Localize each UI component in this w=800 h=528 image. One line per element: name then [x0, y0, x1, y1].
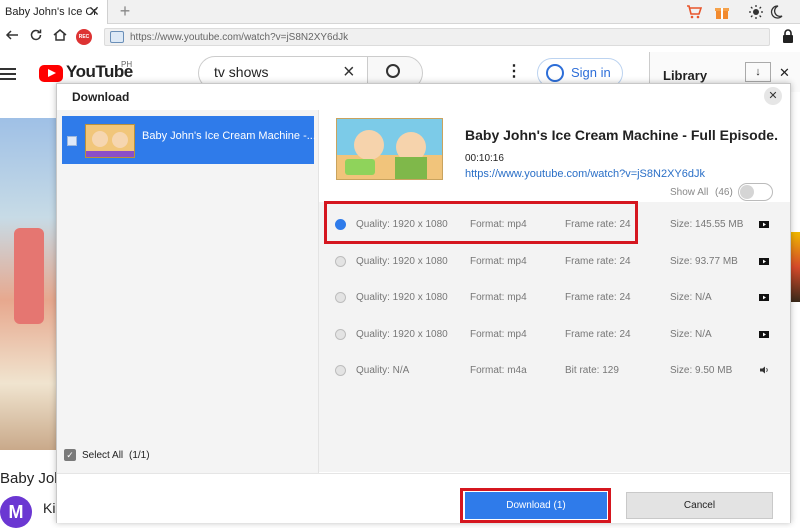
- format-row[interactable]: Quality: 1920 x 1080 Format: mp4 Frame r…: [319, 316, 790, 352]
- format-size: Size: 9.50 MB: [670, 365, 733, 376]
- format-type: Format: mp4: [470, 256, 527, 267]
- format-row[interactable]: Quality: 1920 x 1080 Format: mp4 Frame r…: [319, 279, 790, 315]
- channel-avatar[interactable]: M: [0, 496, 32, 528]
- audio-icon: [759, 365, 769, 375]
- menu-icon[interactable]: [0, 68, 16, 80]
- video-icon: [759, 292, 769, 302]
- format-row[interactable]: Quality: 1920 x 1080 Format: mp4 Frame r…: [319, 243, 790, 279]
- cancel-button[interactable]: Cancel: [626, 492, 773, 519]
- format-quality: Quality: N/A: [356, 365, 410, 376]
- brightness-icon[interactable]: [748, 4, 764, 20]
- video-title: Baby John's Ice Cream Machine - Full Epi…: [465, 127, 778, 143]
- list-item-checkbox[interactable]: [67, 136, 77, 146]
- format-rate: Frame rate: 24: [565, 292, 631, 303]
- format-size: Size: N/A: [670, 329, 712, 340]
- video-content-shape: [14, 228, 44, 324]
- video-thumbnail: [336, 118, 443, 180]
- lock-icon[interactable]: [782, 28, 794, 44]
- youtube-search-input[interactable]: tv shows: [214, 64, 268, 80]
- video-title-partial: Baby Jol: [0, 470, 58, 487]
- format-size: Size: 145.55 MB: [670, 219, 744, 230]
- back-arrow-icon[interactable]: [4, 27, 20, 45]
- format-quality: Quality: 1920 x 1080: [356, 256, 448, 267]
- moon-icon[interactable]: [768, 4, 784, 20]
- gift-icon[interactable]: [714, 4, 730, 20]
- selected-row-highlight: [324, 201, 638, 244]
- format-type: Format: mp4: [470, 292, 527, 303]
- youtube-logo-icon[interactable]: [39, 65, 63, 82]
- format-radio[interactable]: [335, 365, 346, 376]
- url-text: https://www.youtube.com/watch?v=jS8N2XY6…: [130, 32, 349, 43]
- format-quality: Quality: 1920 x 1080: [356, 292, 448, 303]
- dialog-title: Download: [72, 90, 130, 104]
- page-icon: [110, 31, 124, 43]
- format-quality: Quality: 1920 x 1080: [356, 329, 448, 340]
- reload-icon[interactable]: [28, 27, 44, 45]
- tab-title: Baby John's Ice Cr: [5, 6, 97, 18]
- video-icon: [759, 256, 769, 266]
- search-icon: [386, 64, 400, 78]
- format-row[interactable]: Quality: N/A Format: m4a Bit rate: 129 S…: [319, 352, 790, 388]
- sign-in-label: Sign in: [571, 65, 611, 80]
- cart-icon[interactable]: [686, 4, 703, 20]
- clear-search-icon[interactable]: ×: [343, 62, 355, 82]
- format-size: Size: N/A: [670, 292, 712, 303]
- download-button-highlight: [460, 488, 611, 523]
- list-item-title: Baby John's Ice Cream Machine -...: [142, 130, 316, 142]
- show-all-count: (46): [715, 187, 733, 198]
- format-radio[interactable]: [335, 256, 346, 267]
- format-radio[interactable]: [335, 329, 346, 340]
- format-rate: Bit rate: 129: [565, 365, 619, 376]
- select-all-checkbox[interactable]: ✓: [64, 449, 76, 461]
- more-options-icon[interactable]: ⋮: [506, 63, 522, 81]
- format-rate: Frame rate: 24: [565, 256, 631, 267]
- video-icon: [759, 219, 769, 229]
- select-all-label[interactable]: Select All: [82, 450, 123, 461]
- video-list: [57, 110, 319, 473]
- show-all-label: Show All: [670, 187, 709, 198]
- download-arrow-icon[interactable]: ↓: [745, 62, 771, 82]
- format-size: Size: 93.77 MB: [670, 256, 738, 267]
- tab-close-icon[interactable]: ✕: [86, 3, 102, 19]
- home-icon[interactable]: [52, 27, 68, 45]
- toggle-knob: [740, 185, 754, 199]
- format-type: Format: mp4: [470, 329, 527, 340]
- format-type: Format: m4a: [470, 365, 527, 376]
- library-title: Library: [663, 68, 708, 83]
- record-button[interactable]: REC: [76, 29, 92, 45]
- account-icon: [546, 64, 564, 82]
- close-panel-icon[interactable]: ✕: [779, 66, 790, 80]
- address-bar[interactable]: https://www.youtube.com/watch?v=jS8N2XY6…: [104, 28, 770, 46]
- format-radio[interactable]: [335, 292, 346, 303]
- new-tab-icon[interactable]: +: [116, 2, 134, 20]
- channel-name-partial[interactable]: Ki: [43, 500, 55, 516]
- region-label: PH: [121, 60, 133, 69]
- video-icon: [759, 329, 769, 339]
- format-rate: Frame rate: 24: [565, 329, 631, 340]
- video-url-link[interactable]: https://www.youtube.com/watch?v=jS8N2XY6…: [465, 168, 705, 180]
- dialog-close-icon[interactable]: ✕: [764, 87, 782, 105]
- video-duration: 00:10:16: [465, 153, 504, 164]
- select-all-count: (1/1): [129, 450, 150, 461]
- list-item-thumbnail: [85, 124, 135, 158]
